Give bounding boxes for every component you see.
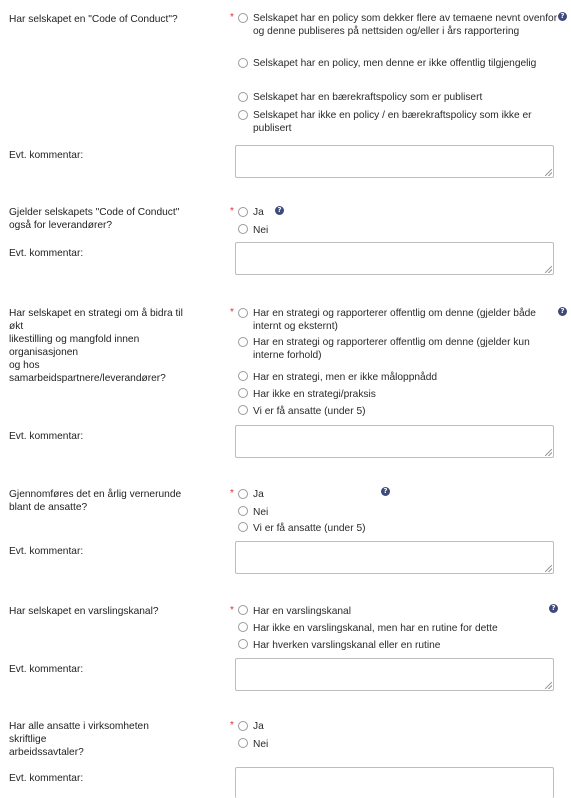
question-label: Har selskapet en "Code of Conduct"? [9, 14, 178, 25]
option-label: Ja [253, 721, 264, 732]
question-label: Har selskapet en varslingskanal? [9, 606, 159, 617]
comment-textarea[interactable] [235, 541, 554, 574]
required-asterisk-icon: * [230, 605, 234, 616]
option-label: Vi er få ansatte (under 5) [253, 406, 366, 417]
question-label: Gjelder selskapets "Code of Conduct" ogs… [9, 207, 180, 231]
option-label: Har hverken varslingskanal eller en ruti… [253, 640, 441, 651]
option-label: Ja [253, 207, 264, 218]
required-asterisk-icon: * [230, 488, 234, 499]
comment-textarea[interactable] [235, 425, 554, 458]
option-label: Har en strategi og rapporterer offentlig… [253, 308, 536, 332]
radio-option-1[interactable] [238, 13, 248, 23]
comment-label: Evt. kommentar: [9, 248, 84, 259]
required-asterisk-icon: * [230, 206, 234, 217]
question-label: Har selskapet en strategi om å bidra til… [9, 308, 183, 384]
resize-handle-icon[interactable] [545, 449, 552, 456]
question-label: Gjennomføres det en årlig vernerunde bla… [9, 489, 182, 513]
comment-textarea[interactable] [235, 767, 554, 798]
option-label: Har ikke en strategi/praksis [253, 389, 376, 400]
radio-option-ja[interactable] [238, 207, 248, 217]
comment-label: Evt. kommentar: [9, 431, 84, 442]
radio-option-nei[interactable] [238, 224, 248, 234]
comment-label: Evt. kommentar: [9, 150, 84, 161]
radio-option-1[interactable] [238, 605, 248, 615]
radio-option-3[interactable] [238, 92, 248, 102]
radio-option-2[interactable] [238, 58, 248, 68]
radio-option-2[interactable] [238, 337, 248, 347]
option-label: Vi er få ansatte (under 5) [253, 523, 366, 534]
option-label: Nei [253, 739, 269, 750]
option-label: Selskapet har ikke en policy / en bærekr… [253, 110, 532, 134]
question-label: Har alle ansatte i virksomheten skriftli… [9, 721, 149, 758]
comment-textarea[interactable] [235, 145, 554, 178]
radio-option-nei[interactable] [238, 738, 248, 748]
radio-option-few-employees[interactable] [238, 522, 248, 532]
radio-option-ja[interactable] [238, 489, 248, 499]
resize-handle-icon[interactable] [545, 682, 552, 689]
resize-handle-icon[interactable] [545, 266, 552, 273]
option-label: Selskapet har en policy, men denne er ik… [253, 58, 537, 69]
option-label: Nei [253, 507, 269, 518]
comment-textarea[interactable] [235, 242, 554, 275]
radio-option-nei[interactable] [238, 506, 248, 516]
radio-option-3[interactable] [238, 371, 248, 381]
radio-option-2[interactable] [238, 622, 248, 632]
radio-option-5[interactable] [238, 405, 248, 415]
help-icon[interactable]: ? [381, 487, 390, 496]
help-icon[interactable]: ? [558, 307, 567, 316]
option-label: Har en strategi og rapporterer offentlig… [253, 337, 530, 361]
option-label: Selskapet har en bærekraftspolicy som er… [253, 92, 483, 103]
resize-handle-icon[interactable] [545, 565, 552, 572]
required-asterisk-icon: * [230, 307, 234, 318]
comment-label: Evt. kommentar: [9, 664, 84, 675]
radio-option-3[interactable] [238, 639, 248, 649]
radio-option-ja[interactable] [238, 721, 248, 731]
required-asterisk-icon: * [230, 720, 234, 731]
help-icon[interactable]: ? [275, 206, 284, 215]
option-label: Har en strategi, men er ikke måloppnådd [253, 372, 438, 383]
help-icon[interactable]: ? [558, 12, 567, 21]
option-label: Selskapet har en policy som dekker flere… [253, 13, 558, 37]
comment-label: Evt. kommentar: [9, 546, 84, 557]
option-label: Har ikke en varslingskanal, men har en r… [253, 623, 498, 634]
radio-option-4[interactable] [238, 110, 248, 120]
help-icon[interactable]: ? [549, 604, 558, 613]
option-label: Har en varslingskanal [253, 606, 351, 617]
radio-option-1[interactable] [238, 308, 248, 318]
option-label: Nei [253, 225, 269, 236]
comment-label: Evt. kommentar: [9, 773, 84, 784]
option-label: Ja [253, 489, 264, 500]
radio-option-4[interactable] [238, 388, 248, 398]
resize-handle-icon[interactable] [545, 169, 552, 176]
comment-textarea[interactable] [235, 658, 554, 691]
required-asterisk-icon: * [230, 12, 234, 23]
